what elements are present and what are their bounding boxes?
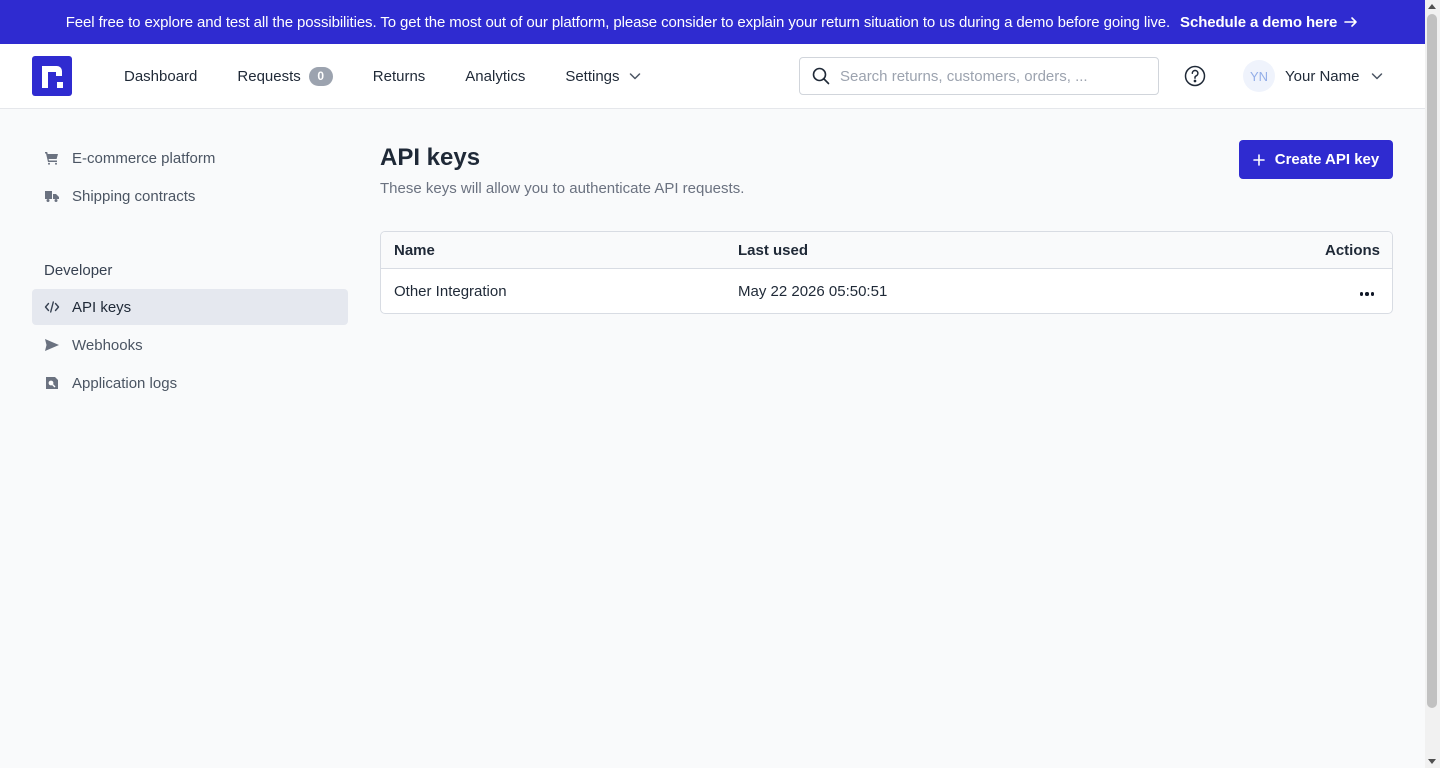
sidebar-item-label: API keys	[72, 298, 132, 316]
cell-actions	[1138, 283, 1392, 300]
settings-sidebar: E-commerce platform Shipping contracts D…	[32, 140, 348, 403]
send-icon	[44, 337, 60, 353]
nav-dashboard[interactable]: Dashboard	[104, 44, 217, 108]
code-icon	[44, 299, 60, 315]
banner-message: Feel free to explore and test all the po…	[65, 13, 1171, 31]
nav-analytics[interactable]: Analytics	[445, 44, 545, 108]
search-input[interactable]	[840, 67, 1140, 85]
arrow-right-icon	[1344, 17, 1358, 27]
header-last-used: Last used	[738, 241, 809, 259]
sidebar-item-api-keys[interactable]: API keys	[32, 289, 348, 325]
create-api-key-button[interactable]: Create API key	[1239, 140, 1393, 179]
nav-returns-label: Returns	[372, 67, 426, 85]
cell-last-used: May 22 2026 05:50:51	[738, 282, 888, 300]
create-api-key-label: Create API key	[1274, 151, 1380, 168]
header-name: Name	[394, 241, 435, 259]
sidebar-item-label: Application logs	[72, 374, 178, 392]
sidebar-item-shipping-contracts[interactable]: Shipping contracts	[32, 178, 348, 214]
brand-logo[interactable]	[32, 56, 72, 96]
chevron-down-icon	[629, 73, 640, 80]
more-actions-icon[interactable]	[1354, 288, 1381, 300]
sidebar-item-ecommerce[interactable]: E-commerce platform	[32, 140, 348, 176]
main-nav: Dashboard Requests 0 Returns Analytics S…	[104, 44, 662, 108]
nav-requests-label: Requests	[237, 67, 301, 85]
table-row: Other Integration May 22 2026 05:50:51	[381, 269, 1392, 313]
nav-returns[interactable]: Returns	[353, 44, 446, 108]
logo-icon	[42, 66, 63, 88]
sidebar-item-label: E-commerce platform	[72, 149, 216, 167]
requests-count-badge: 0	[308, 66, 333, 86]
schedule-demo-label: Schedule a demo here	[1180, 13, 1338, 31]
page-subtitle: These keys will allow you to authenticat…	[380, 180, 745, 197]
table-header: Name Last used Actions	[381, 232, 1392, 269]
sidebar-item-label: Webhooks	[72, 336, 143, 354]
sidebar-item-label: Shipping contracts	[72, 187, 196, 205]
nav-settings[interactable]: Settings	[545, 44, 661, 108]
header-actions: Actions	[1324, 241, 1380, 259]
search-icon	[812, 67, 830, 85]
schedule-demo-link[interactable]: Schedule a demo here	[1180, 14, 1359, 31]
nav-dashboard-label: Dashboard	[124, 67, 198, 85]
api-keys-table: Name Last used Actions Other Integration…	[380, 231, 1393, 314]
cell-name: Other Integration	[394, 282, 507, 300]
log-icon	[44, 375, 60, 391]
truck-icon	[44, 188, 60, 204]
nav-settings-label: Settings	[565, 67, 620, 85]
cart-icon	[44, 150, 60, 166]
plus-icon	[1252, 153, 1265, 166]
sidebar-item-webhooks[interactable]: Webhooks	[32, 327, 348, 363]
scroll-down-icon[interactable]	[1428, 759, 1436, 764]
sidebar-item-application-logs[interactable]: Application logs	[32, 365, 348, 401]
scroll-up-icon[interactable]	[1428, 4, 1436, 9]
sidebar-group-developer: Developer	[44, 262, 113, 279]
scrollbar-thumb[interactable]	[1427, 14, 1437, 708]
announcement-banner: Feel free to explore and test all the po…	[0, 0, 1425, 44]
user-menu[interactable]: YN Your Name	[1243, 60, 1384, 92]
global-search[interactable]	[799, 57, 1159, 95]
main-content: API keys These keys will allow you to au…	[380, 140, 1393, 314]
top-navigation-bar: Dashboard Requests 0 Returns Analytics S…	[0, 44, 1425, 109]
nav-requests[interactable]: Requests 0	[217, 44, 352, 108]
chevron-down-icon	[1371, 73, 1382, 80]
help-button[interactable]	[1183, 64, 1207, 88]
page-scrollbar[interactable]	[1425, 0, 1440, 768]
nav-analytics-label: Analytics	[465, 67, 526, 85]
help-circle-icon	[1184, 65, 1206, 87]
user-name: Your Name	[1285, 67, 1360, 85]
avatar: YN	[1243, 60, 1275, 92]
